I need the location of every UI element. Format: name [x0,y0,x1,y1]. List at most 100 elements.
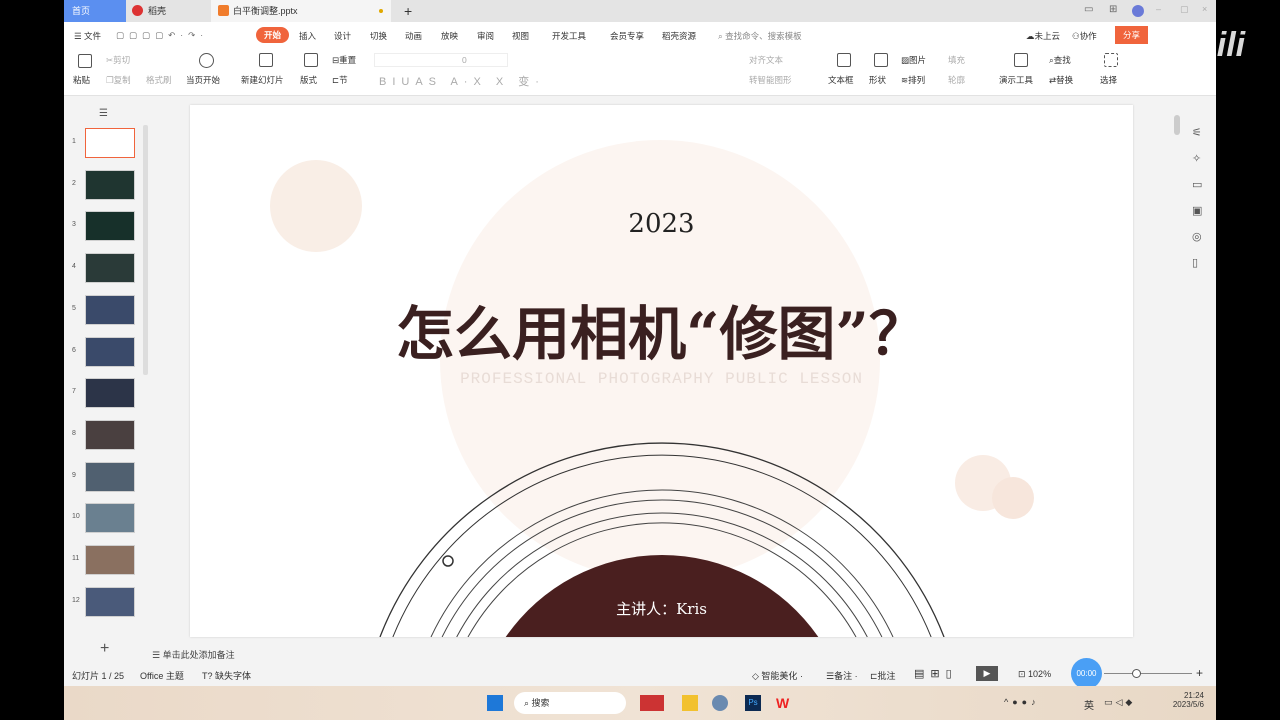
layout-button[interactable]: 版式 [300,74,317,86]
notes-toggle[interactable]: ☰备注 · [826,669,858,682]
minimize-button[interactable]: – [1156,4,1161,14]
taskbar-search[interactable]: ⌕ 搜索 [514,692,626,714]
arrange-button[interactable]: ≋排列 [901,74,925,86]
slide-scrollbar[interactable] [1174,115,1180,135]
wps-icon[interactable]: W [776,695,792,711]
recording-timer[interactable]: 00:00 [1071,658,1102,689]
menu-tab-slideshow[interactable]: 放映 [441,30,458,42]
beautify-button[interactable]: ◇ 智能美化 · [752,669,803,682]
slide-thumbnail[interactable] [85,294,135,325]
play-current-button[interactable]: 当页开始 [186,74,220,86]
outline-button[interactable]: 轮廓 [948,74,965,86]
file-label: 文件 [83,31,101,41]
slide-thumbnail-panel: ☰ 1 2 3 4 5 6 7 8 9 10 11 12 + [64,100,150,657]
menu-tab-design[interactable]: 设计 [334,30,351,42]
tab-document[interactable]: 白平衡调整.pptx [211,0,391,22]
menu-tab-view[interactable]: 视图 [512,30,529,42]
menu-tab-review[interactable]: 审阅 [477,30,494,42]
menu-tab-home[interactable]: 开始 [256,27,290,43]
tab-docer[interactable]: 稻壳 [126,0,211,22]
add-slide-button[interactable]: + [100,640,109,658]
wps-window: 首页 稻壳 白平衡调整.pptx + ▭ ⊞ – ▢ × ☰ 文件 ▢▢▢▢↶·… [64,0,1216,720]
shape-button[interactable]: 形状 [869,74,886,86]
ime-indicator[interactable]: 英 [1084,697,1094,712]
zoom-slider[interactable] [1104,673,1192,674]
smartart-button[interactable]: 转智能图形 [749,74,792,86]
command-search[interactable]: ⌕ 查找命令、搜索模板 [718,30,802,42]
menu-tab-developer[interactable]: 开发工具 [552,30,586,42]
cloud-status[interactable]: ☁未上云 [1026,30,1060,42]
start-icon[interactable] [487,695,503,711]
menu-tab-member[interactable]: 会员专享 [610,30,644,42]
quick-access-toolbar[interactable]: ▢▢▢▢↶·↷· [116,30,208,41]
app-icon[interactable] [640,695,664,711]
font-format-buttons[interactable]: BIUAS A·X X 变· [379,73,545,89]
font-family-select[interactable] [374,53,508,67]
font-size-select[interactable]: 0 [462,55,467,65]
beautify-label: 智能美化 [761,671,798,681]
file-explorer-icon[interactable] [682,695,698,711]
zoom-level[interactable]: ⊡ 102% [1018,669,1051,680]
zoom-slider-handle[interactable] [1132,669,1141,678]
slide-thumbnail[interactable] [85,586,135,617]
status-bar: 幻灯片 1 / 25 Office 主题 T? 缺失字体 ◇ 智能美化 · ☰备… [64,658,1216,689]
comments-label: 批注 [877,671,896,681]
fill-button[interactable]: 填充 [948,54,965,66]
present-tools-button[interactable]: 演示工具 [999,74,1033,86]
menu-tab-animation[interactable]: 动画 [405,30,422,42]
thumbnail-number: 9 [72,471,76,479]
align-text-button[interactable]: 对齐文本 [749,54,783,66]
slide-thumbnail[interactable] [85,461,135,492]
new-tab-button[interactable]: + [396,0,412,22]
view-mode-buttons[interactable]: ▤⊞▯ [914,667,958,680]
select-button[interactable]: 选择 [1100,74,1117,86]
avatar[interactable] [1132,5,1144,17]
reset-button[interactable]: ⊟重置 [332,54,356,66]
slide-thumbnail[interactable] [85,336,135,367]
apps-grid-icon[interactable]: ⊞ [1109,4,1117,15]
new-slide-button[interactable]: 新建幻灯片 [241,74,284,86]
picture-button[interactable]: ▨图片 [901,54,926,66]
tab-home[interactable]: 首页 [64,0,126,22]
format-painter-button[interactable]: 格式刷 [146,74,172,86]
menu-tab-insert[interactable]: 插入 [299,30,316,42]
slide-thumbnail[interactable] [85,503,135,534]
right-sidebar-tools[interactable]: ⚟ ✧ ▭ ▣ ◎ ▯ [1192,120,1208,276]
file-menu[interactable]: ☰ 文件 [74,30,101,42]
section-button[interactable]: ⊏节 [332,74,348,86]
slide-thumbnail[interactable] [85,378,135,409]
system-tray[interactable]: ^●●♪ [1004,697,1040,707]
theme-name[interactable]: Office 主题 [140,669,184,682]
slide-thumbnail[interactable] [85,211,135,242]
copy-button[interactable]: ❐复制 [106,74,131,86]
menu-tab-docer-resources[interactable]: 稻壳资源 [662,30,696,42]
outline-view-icon[interactable]: ☰ [99,108,108,119]
photoshop-icon[interactable]: Ps [745,695,761,711]
notes-area[interactable]: ☰ 单击此处添加备注 [152,648,235,661]
slide-thumbnail[interactable] [85,419,135,450]
settings-icon[interactable] [712,695,728,711]
comments-toggle[interactable]: ⊏批注 [870,669,896,682]
menu-tab-transition[interactable]: 切换 [370,30,387,42]
play-slideshow-button[interactable]: ▶ [976,666,998,681]
clock[interactable]: 21:24 2023/5/6 [1164,691,1204,709]
slide-canvas[interactable]: 2023 怎么用相机“修图”？ PROFESSIONAL PHOTOGRAPHY… [190,105,1133,637]
share-button[interactable]: 分享 [1115,26,1149,44]
find-button[interactable]: ⌕查找 [1049,54,1071,66]
missing-font-button[interactable]: T? 缺失字体 [202,669,251,682]
cut-button[interactable]: ✂剪切 [106,54,130,66]
paste-button[interactable]: 粘贴 [73,74,90,86]
slide-thumbnail[interactable] [85,169,135,200]
slide-thumbnail[interactable] [85,253,135,284]
slide-thumbnail[interactable] [85,128,135,158]
collaborate-button[interactable]: ⚇协作 [1072,30,1097,42]
maximize-button[interactable]: ▢ [1180,4,1189,15]
slide-thumbnail[interactable] [85,545,135,575]
textbox-button[interactable]: 文本框 [828,74,854,86]
zoom-in-button[interactable]: + [1196,666,1203,680]
thumbnail-scrollbar[interactable] [143,125,148,375]
replace-button[interactable]: ⇄替换 [1049,74,1073,86]
window-layout-icon[interactable]: ▭ [1084,4,1093,15]
network-volume-icons[interactable]: ▭◁◆ [1104,697,1135,708]
close-button[interactable]: × [1202,4,1207,14]
